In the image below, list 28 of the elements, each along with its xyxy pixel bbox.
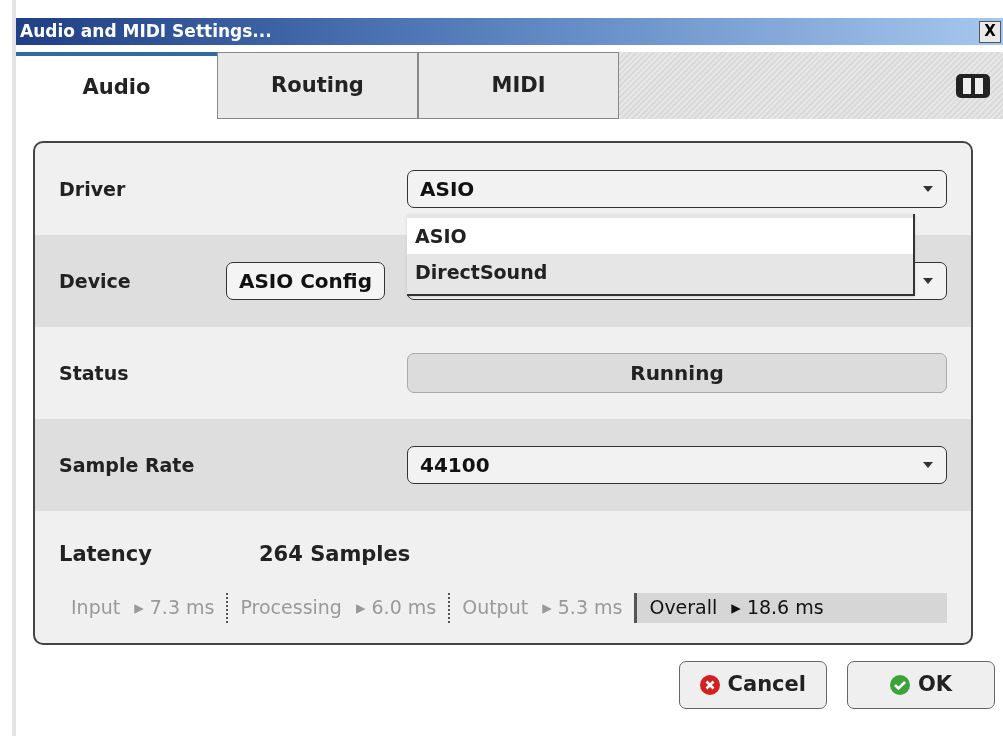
tab[interactable]: Routing	[217, 52, 418, 119]
latency-part: Overall ▸ 18.6 ms	[634, 592, 947, 623]
logo-icon	[955, 72, 991, 99]
close-icon	[699, 674, 720, 695]
setting-label: Sample Rate	[59, 452, 195, 478]
asio-config-button[interactable]: ASIO Config	[225, 262, 385, 300]
close-button[interactable]: X	[979, 20, 1001, 43]
latency-label: Latency	[59, 541, 153, 568]
caret-icon	[922, 461, 934, 469]
cancel-button[interactable]: Cancel	[678, 660, 827, 709]
setting-label: Driver	[59, 176, 126, 202]
caret-icon	[922, 185, 934, 193]
status-display: Running	[407, 353, 947, 393]
latency-part: Input ▸ 7.3 ms	[70, 595, 216, 621]
check-icon	[889, 674, 910, 695]
setting-label: Status	[59, 360, 129, 386]
tab[interactable]: MIDI	[418, 52, 619, 119]
ok-button[interactable]: OK	[847, 660, 995, 709]
latency-value: 264 Samples	[259, 541, 411, 568]
window-title: Audio and MIDI Settings...	[19, 19, 272, 43]
tab[interactable]: Audio	[16, 52, 217, 119]
dropdown[interactable]: 44100	[407, 446, 947, 484]
latency-part: Processing ▸ 6.0 ms	[226, 592, 449, 623]
menu-item[interactable]: DirectSound	[407, 254, 913, 290]
caret-icon	[922, 277, 934, 285]
setting-label: Device	[59, 268, 131, 294]
dropdown[interactable]: ASIO	[407, 170, 947, 208]
menu-item[interactable]: ASIO	[407, 218, 913, 254]
